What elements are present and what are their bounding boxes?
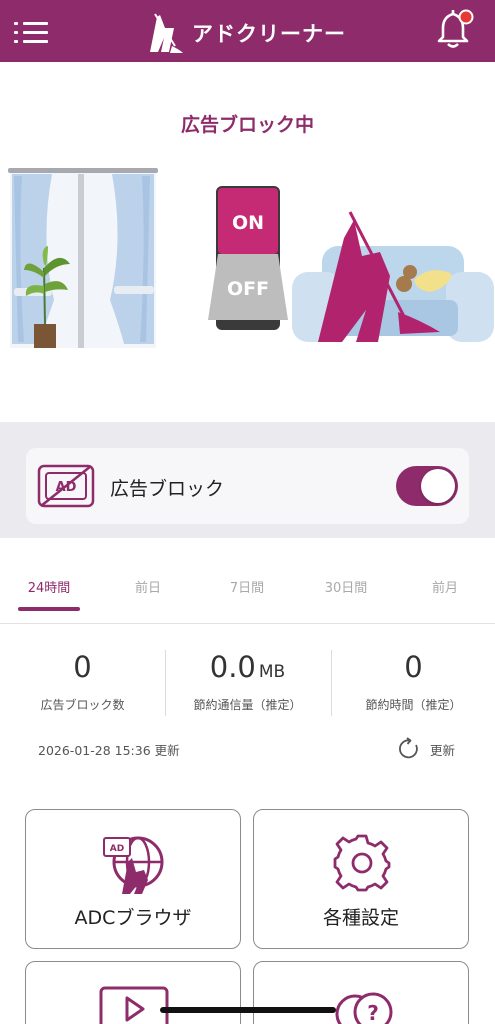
stat-blocked-ads-value: 0 [73,650,92,684]
hamburger-menu-icon[interactable] [14,18,50,46]
svg-text:?: ? [367,1001,379,1024]
stat-data-saved: 0.0 MB 節約通信量（推定） [165,636,330,722]
tab-previous-day[interactable]: 前日 [100,577,196,596]
room-illustration: ON OFF [8,168,494,348]
app-header: アドクリーナー [0,0,495,62]
help-question-icon: ? [335,992,393,1024]
video-card[interactable] [25,961,241,1024]
ad-block-card: AD 広告ブロック [26,448,469,524]
stat-data-saved-unit: MB [258,662,286,682]
help-card[interactable]: ? [253,961,469,1024]
stats-row: 0 広告ブロック数 0.0 MB 節約通信量（推定） 0 節約時間（推定） [0,636,495,726]
active-tab-indicator [18,607,80,611]
tab-24-hours[interactable]: 24時間 [1,577,97,596]
app-name: アドクリーナー [192,22,346,46]
switch-off-text: OFF [227,278,269,300]
status-hero: 広告ブロック中 ON OFF [0,62,495,422]
refresh-label: 更新 [430,743,456,758]
tab-7-days[interactable]: 7日間 [199,577,295,596]
stat-blocked-ads-label: 広告ブロック数 [40,698,125,712]
ad-block-icon: AD [37,464,95,508]
window-with-curtains [8,168,158,348]
toggle-knob [421,469,455,503]
tab-previous-month[interactable]: 前月 [397,577,493,596]
settings-gear-icon [333,834,391,892]
refresh-button[interactable]: 更新 [398,736,464,762]
ad-block-toggle[interactable] [396,466,458,506]
home-indicator [160,1007,336,1013]
adc-icon-text: AD [110,844,124,854]
on-off-switch-illustration: ON OFF [208,186,288,330]
stat-time-saved: 0 節約時間（推定） [331,636,495,722]
adc-browser-icon: AD [103,836,164,894]
stat-data-saved-label: 節約通信量（推定） [193,698,302,712]
refresh-icon [399,737,418,759]
ad-block-label: 広告ブロック [110,478,225,500]
settings-label: 各種設定 [322,907,399,929]
settings-card[interactable]: 各種設定 [253,809,469,949]
switch-on-text: ON [232,212,264,234]
stat-time-saved-value: 0 [404,650,423,684]
app-logo: アドクリーナー [146,12,346,54]
sweeper-logo-icon [150,13,183,53]
video-play-icon [99,986,169,1024]
tab-30-days[interactable]: 30日間 [298,577,394,596]
adc-browser-card[interactable]: AD ADCブラウザ [25,809,241,949]
last-updated-timestamp: 2026-01-28 15:36 更新 [38,743,180,758]
stat-data-saved-value: 0.0 [209,650,256,684]
stat-blocked-ads: 0 広告ブロック数 [0,636,165,722]
status-title: 広告ブロック中 [180,114,314,136]
period-tabs: 24時間 前日 7日間 30日間 前月 [0,560,495,624]
ad-block-section: AD 広告ブロック [0,422,495,538]
stat-time-saved-label: 節約時間（推定） [365,698,462,712]
adc-browser-label: ADCブラウザ [74,907,192,929]
notification-badge [460,11,472,23]
bell-icon[interactable] [436,6,476,50]
